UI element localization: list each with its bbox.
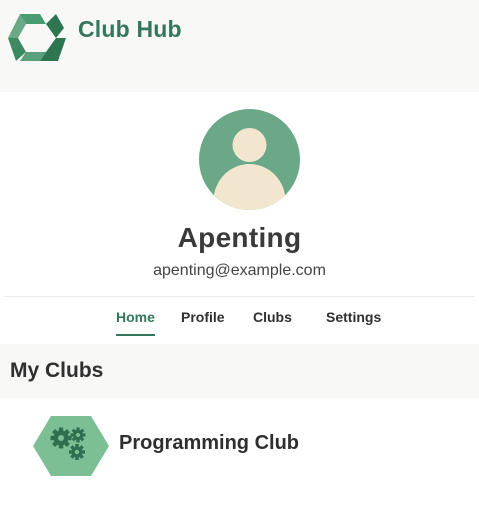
club-hub-logo-icon[interactable] xyxy=(6,11,68,64)
nav-tabs: Home Profile Clubs Settings xyxy=(0,297,479,341)
user-email: apenting@example.com xyxy=(153,262,326,279)
gears-icon xyxy=(33,416,109,476)
club-name: Programming Club xyxy=(119,432,300,454)
active-tab-indicator xyxy=(116,334,155,336)
user-name: Apenting xyxy=(177,222,302,253)
app-header: Club Hub xyxy=(0,0,479,92)
club-list-item[interactable]: Programming Club xyxy=(4,398,475,501)
section-title: My Clubs xyxy=(10,359,104,382)
tab-settings[interactable]: Settings xyxy=(326,309,381,325)
tab-profile[interactable]: Profile xyxy=(181,309,225,325)
tab-home[interactable]: Home xyxy=(116,309,155,325)
user-avatar-icon xyxy=(199,109,300,210)
app-title[interactable]: Club Hub xyxy=(78,16,182,43)
tab-clubs[interactable]: Clubs xyxy=(253,309,292,325)
